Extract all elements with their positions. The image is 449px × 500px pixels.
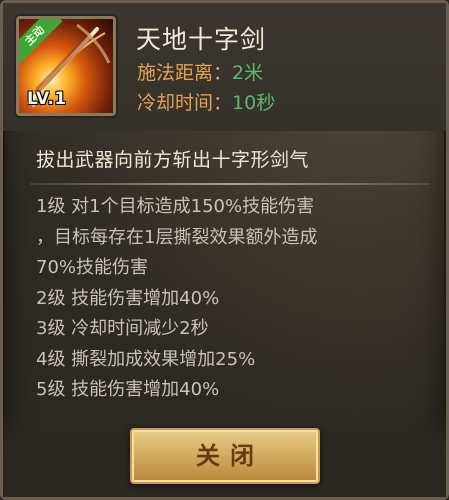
skill-level-badge: LV.1: [27, 89, 67, 109]
cooldown-label: 冷却时间：: [137, 92, 233, 114]
close-button[interactable]: 关闭: [130, 428, 320, 484]
cast-range-row: 施法距离：2米: [137, 58, 263, 85]
cast-range-value: 2米: [232, 62, 264, 84]
effect-line: 3级 冷却时间减少2秒: [36, 318, 209, 339]
effect-line: 70%技能伤害: [36, 257, 149, 278]
effect-line: 1级 对1个目标造成150%技能伤害: [36, 196, 315, 217]
cooldown-value: 10秒: [232, 92, 276, 114]
divider: [30, 183, 430, 185]
effect-line: 4级 撕裂加成效果增加25%: [36, 348, 256, 370]
skill-name: 天地十字剑: [136, 25, 267, 54]
effect-line: 2级 技能伤害增加40%: [36, 287, 220, 309]
effect-line: ，目标每存在1层撕裂效果额外造成: [36, 226, 318, 248]
skill-icon-frame: 主动 LV.1: [16, 16, 116, 116]
level-effects-list: 1级 对1个目标造成150%技能伤害 ，目标每存在1层撕裂效果额外造成 70%技…: [36, 192, 436, 406]
cast-range-label: 施法距离：: [137, 62, 233, 84]
effect-line: 5级 技能伤害增加40%: [36, 379, 220, 400]
skill-description: 拔出武器向前方斩出十字形剑气: [36, 149, 310, 171]
cooldown-row: 冷却时间：10秒: [137, 88, 275, 115]
